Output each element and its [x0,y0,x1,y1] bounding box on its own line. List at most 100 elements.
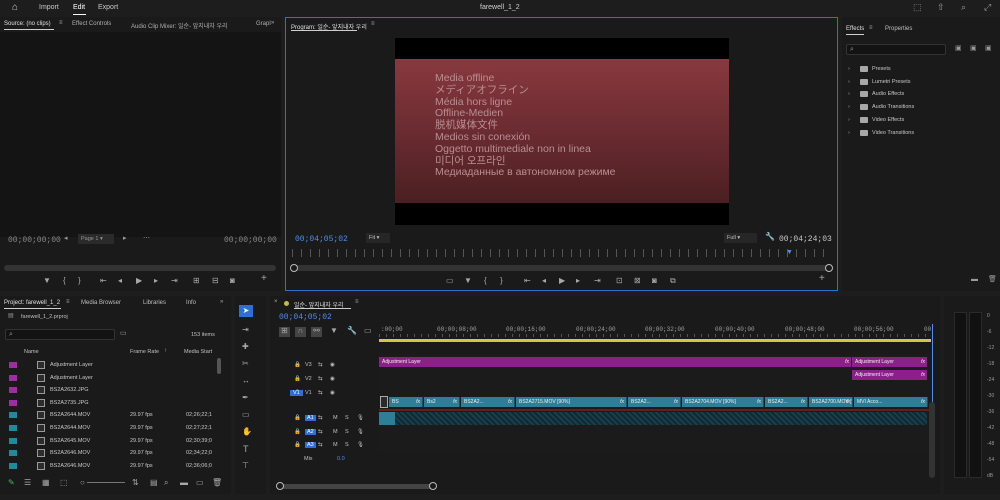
icon-view-icon[interactable]: ▦ [42,479,50,487]
microphone-icon[interactable]: 🎙 [357,442,364,448]
program-add-marker-icon[interactable]: ▼ [464,277,472,285]
project-list-item[interactable]: BS2A2646.MOV 29.97 fps 02;34;22;0 [4,447,224,459]
effects-folder-4[interactable]: › Audio Transitions [848,101,988,113]
mark-out-icon[interactable]: } [78,277,81,285]
program-button-editor-icon[interactable]: + [819,274,825,284]
menu-import[interactable]: Import [39,4,59,11]
zoom-slider-track[interactable] [87,482,125,483]
source-scrub-bar[interactable] [4,265,276,271]
timeline-v-scrollbar[interactable] [929,402,935,478]
rectangle-tool-icon[interactable]: ▭ [242,411,250,419]
new-item-icon[interactable]: ▭ [196,479,204,487]
captions-icon[interactable]: ▭ [364,327,372,335]
project-list-item[interactable]: Adjustment Layer [4,372,224,384]
source-prev-page-icon[interactable]: ◂ [64,235,68,242]
v1-clip[interactable]: BS2A2700.MOV [90%]fx [809,397,853,407]
fit-select[interactable]: Fit ▾ [366,233,390,243]
timeline-tc[interactable]: 00;04;05;02 [279,313,332,322]
col-frame-rate[interactable]: Frame Rate [130,349,159,355]
effects-folder-2[interactable]: › Lumetri Presets [848,76,988,88]
tab-effect-controls[interactable]: Effect Controls [72,21,111,27]
linked-selection-icon[interactable]: ⚯ [311,327,322,337]
sync-lock-icon[interactable]: ⇆ [318,429,323,435]
adjustment-layer-clip-v3-end[interactable]: Adjustment Layer fx [852,357,927,367]
pen-tool-icon[interactable]: ✒ [242,394,249,402]
track-lock-icon[interactable]: 🔒 [294,415,301,421]
project-trash-icon[interactable]: 🗑 [212,479,222,487]
effects-folder-3[interactable]: › Audio Effects [848,88,988,100]
eye-icon[interactable]: ◉ [330,376,335,382]
track-name-v1[interactable]: V1 [305,390,312,396]
tab-audio-clip-mixer[interactable]: Audio Clip Mixer: 일순- 앞지내자 우리 [131,21,228,30]
col-name[interactable]: Name [24,349,39,355]
caption-tool-icon[interactable]: ⊤ [242,462,249,470]
track-name-a2[interactable]: A2 [305,429,316,435]
yuv-effects-icon[interactable]: ▣ [985,45,992,52]
v1-clip[interactable]: BS2A2715.MOV [90%] fx [516,397,627,407]
v1-clip-thumbnail[interactable] [380,396,388,408]
solo-button[interactable]: S [345,429,349,435]
tab-graphics[interactable]: Grapl [256,21,271,27]
program-scrub-bar[interactable] [292,265,832,271]
v1-clip[interactable]: BS2A2... fx [628,397,681,407]
go-to-out-icon[interactable]: ⇥ [171,277,178,285]
menu-edit[interactable]: Edit [73,4,85,11]
insert-icon[interactable]: ⊞ [193,277,200,285]
more-tabs-icon[interactable]: » [271,20,274,26]
timeline-settings-icon[interactable]: 🔧 [347,327,357,335]
mute-button[interactable]: M [333,429,338,435]
timeline-h-scroll-right[interactable] [429,482,437,490]
accelerated-effects-icon[interactable]: ▣ [955,45,962,52]
quick-export-icon[interactable]: ⇧ [937,3,945,12]
fullscreen-icon[interactable]: ⤢ [984,3,991,12]
effects-trash-icon[interactable]: 🗑 [988,276,997,283]
program-tab-menu-icon[interactable]: ≡ [371,21,375,27]
effects-folder-1[interactable]: › Presets [848,63,988,75]
menu-export[interactable]: Export [98,4,118,11]
automate-sequence-icon[interactable]: ▤ [150,479,158,487]
new-search-bin-icon[interactable]: ▭ [120,330,127,337]
col-media-start[interactable]: Media Start [184,349,212,355]
timeline-tab-menu-icon[interactable]: ≡ [355,299,359,305]
adjustment-layer-clip-v2[interactable]: Adjustment Layer fx [852,370,927,380]
sync-lock-icon[interactable]: ⇆ [318,415,323,421]
track-lock-icon[interactable]: 🔒 [294,362,301,368]
project-more-tabs-icon[interactable]: » [220,299,223,305]
go-to-in-icon[interactable]: ⇤ [100,277,107,285]
program-scrub-start-handle[interactable] [290,264,298,272]
selection-tool-icon[interactable]: ➤ [239,305,253,317]
source-page-select[interactable]: Page 1 ▾ [78,234,114,244]
ripple-edit-tool-icon[interactable]: ✚ [242,343,249,351]
v1-clip[interactable]: MVI Acco... fx [854,397,928,407]
project-tab-menu-icon[interactable]: ≡ [66,299,70,305]
v1-clip[interactable]: BS2A2704.MOV [90%] fx [682,397,764,407]
hand-tool-icon[interactable]: ✋ [242,428,252,436]
track-name-a3[interactable]: A3 [305,442,316,448]
wrench-icon[interactable]: 🔧 [765,233,775,241]
add-marker-timeline-icon[interactable]: ▼ [330,327,338,335]
slip-tool-icon[interactable]: ↔ [242,377,250,385]
project-list-item[interactable]: BS2A2644.MOV 29.97 fps 02;26;22;1 [4,409,224,421]
zoom-slider-handle[interactable]: ○ [80,479,85,487]
program-mark-out-icon[interactable]: } [500,277,503,285]
program-go-to-out-icon[interactable]: ⇥ [594,277,601,285]
export-frame-icon[interactable]: ◙ [230,277,235,285]
work-area-bar[interactable] [379,339,931,342]
source-patch-v1[interactable]: V1 [290,390,303,396]
sync-lock-icon[interactable]: ⇆ [318,362,323,368]
program-playhead-marker[interactable]: ▼ [786,249,793,256]
program-export-frame-icon[interactable]: ◙ [652,277,657,285]
v1-clip[interactable]: BS2A2... fx [461,397,515,407]
v1-clip[interactable]: BS2A2... fx [765,397,808,407]
effects-folder-6[interactable]: › Video Transitions [848,127,988,139]
track-lock-icon[interactable]: 🔒 [294,442,301,448]
solo-button[interactable]: S [345,442,349,448]
sync-lock-icon[interactable]: ⇆ [318,390,323,396]
tab-properties[interactable]: Properties [885,26,912,32]
add-marker-icon[interactable]: ▼ [43,277,51,285]
project-list-item[interactable]: Adjustment Layer [4,359,224,371]
program-play-icon[interactable]: ▶ [559,277,565,285]
new-bin-icon[interactable]: ▬ [971,276,978,283]
project-list-item[interactable]: BS2A2735.JPG [4,397,224,409]
program-time-ruler[interactable] [292,249,832,257]
